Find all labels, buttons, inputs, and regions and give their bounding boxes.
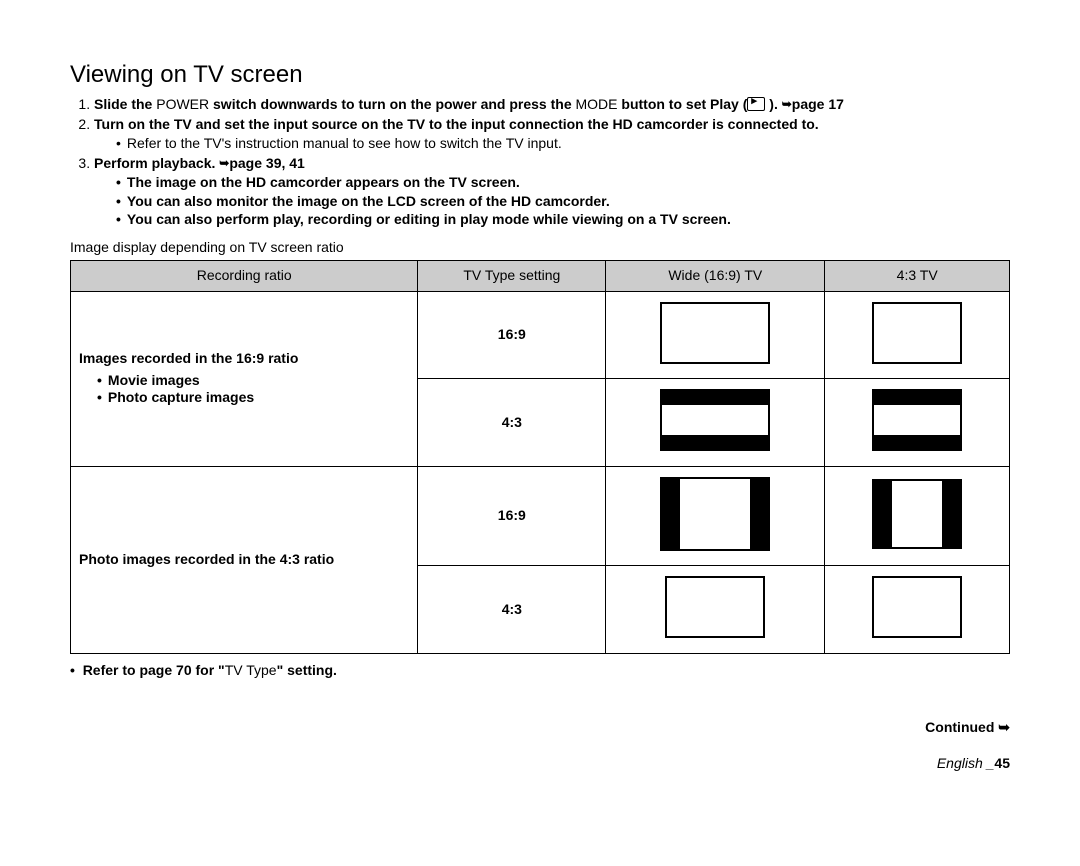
frame-icon bbox=[872, 302, 962, 364]
sub-note: You can also monitor the image on the LC… bbox=[116, 193, 1010, 211]
step-2: Turn on the TV and set the input source … bbox=[94, 116, 1010, 153]
continued-label: Continued ➥ bbox=[70, 719, 1010, 737]
page-number: 45 bbox=[994, 755, 1010, 771]
power-label: POWER bbox=[156, 96, 209, 112]
table-row: Images recorded in the 16:9 ratio Movie … bbox=[71, 291, 1010, 379]
cell-preview bbox=[825, 379, 1010, 467]
list-item: Photo capture images bbox=[97, 389, 409, 407]
frame-icon bbox=[872, 576, 962, 638]
table-header-row: Recording ratio TV Type setting Wide (16… bbox=[71, 261, 1010, 292]
cell-tv-type: 4:3 bbox=[418, 379, 606, 467]
ratio-table: Recording ratio TV Type setting Wide (16… bbox=[70, 260, 1010, 654]
cell-preview bbox=[606, 379, 825, 467]
letterbox-icon bbox=[872, 389, 962, 451]
table-row: Photo images recorded in the 4:3 ratio 1… bbox=[71, 466, 1010, 566]
text: " setting. bbox=[277, 662, 337, 678]
frame-icon bbox=[660, 302, 770, 364]
cell-recording-169: Images recorded in the 16:9 ratio Movie … bbox=[71, 291, 418, 466]
text: Perform playback. bbox=[94, 155, 219, 171]
cell-preview bbox=[825, 466, 1010, 566]
frame-icon bbox=[665, 576, 765, 638]
step-1: Slide the POWER switch downwards to turn… bbox=[94, 96, 1010, 114]
page-footer: English _45 bbox=[70, 755, 1010, 773]
cell-tv-type: 16:9 bbox=[418, 466, 606, 566]
pillarbox-icon bbox=[872, 479, 962, 549]
cell-preview bbox=[825, 566, 1010, 654]
text: switch downwards to turn on the power an… bbox=[209, 96, 575, 112]
step-3: Perform playback. ➥page 39, 41 The image… bbox=[94, 155, 1010, 229]
mode-label: MODE bbox=[576, 96, 618, 112]
play-icon bbox=[747, 97, 765, 111]
cell-preview bbox=[606, 466, 825, 566]
col-tv-type: TV Type setting bbox=[418, 261, 606, 292]
page-ref-arrow-icon: ➥ bbox=[782, 97, 792, 111]
instruction-list: Slide the POWER switch downwards to turn… bbox=[70, 96, 1010, 229]
pillarbox-icon bbox=[660, 477, 770, 551]
col-43-tv: 4:3 TV bbox=[825, 261, 1010, 292]
footnote: • Refer to page 70 for "TV Type" setting… bbox=[70, 662, 1010, 680]
tv-type-label: TV Type bbox=[225, 662, 277, 678]
text: Refer to page 70 for " bbox=[83, 662, 225, 678]
col-recording-ratio: Recording ratio bbox=[71, 261, 418, 292]
col-wide-tv: Wide (16:9) TV bbox=[606, 261, 825, 292]
table-caption: Image display depending on TV screen rat… bbox=[70, 239, 1010, 257]
sub-note: The image on the HD camcorder appears on… bbox=[116, 174, 1010, 192]
sub-note: You can also perform play, recording or … bbox=[116, 211, 1010, 229]
page-title: Viewing on TV screen bbox=[70, 60, 1010, 90]
cell-recording-43: Photo images recorded in the 4:3 ratio bbox=[71, 466, 418, 653]
language-label: English _ bbox=[937, 755, 995, 771]
text: Photo images recorded in the 4:3 ratio bbox=[79, 551, 334, 567]
cell-tv-type: 4:3 bbox=[418, 566, 606, 654]
sub-note: Refer to the TV's instruction manual to … bbox=[116, 135, 1010, 153]
cell-tv-type: 16:9 bbox=[418, 291, 606, 379]
list-item: Movie images bbox=[97, 372, 409, 390]
cell-preview bbox=[606, 291, 825, 379]
letterbox-icon bbox=[660, 389, 770, 451]
text: ). bbox=[765, 96, 781, 112]
page-ref: page 39, 41 bbox=[229, 155, 305, 171]
cell-preview bbox=[825, 291, 1010, 379]
text: Images recorded in the 16:9 ratio bbox=[79, 350, 298, 366]
page-ref-arrow-icon: ➥ bbox=[219, 156, 229, 170]
page-ref: page 17 bbox=[792, 96, 844, 112]
text: Slide the bbox=[94, 96, 156, 112]
text: button to set Play ( bbox=[618, 96, 748, 112]
cell-preview bbox=[606, 566, 825, 654]
text: Turn on the TV and set the input source … bbox=[94, 116, 819, 132]
